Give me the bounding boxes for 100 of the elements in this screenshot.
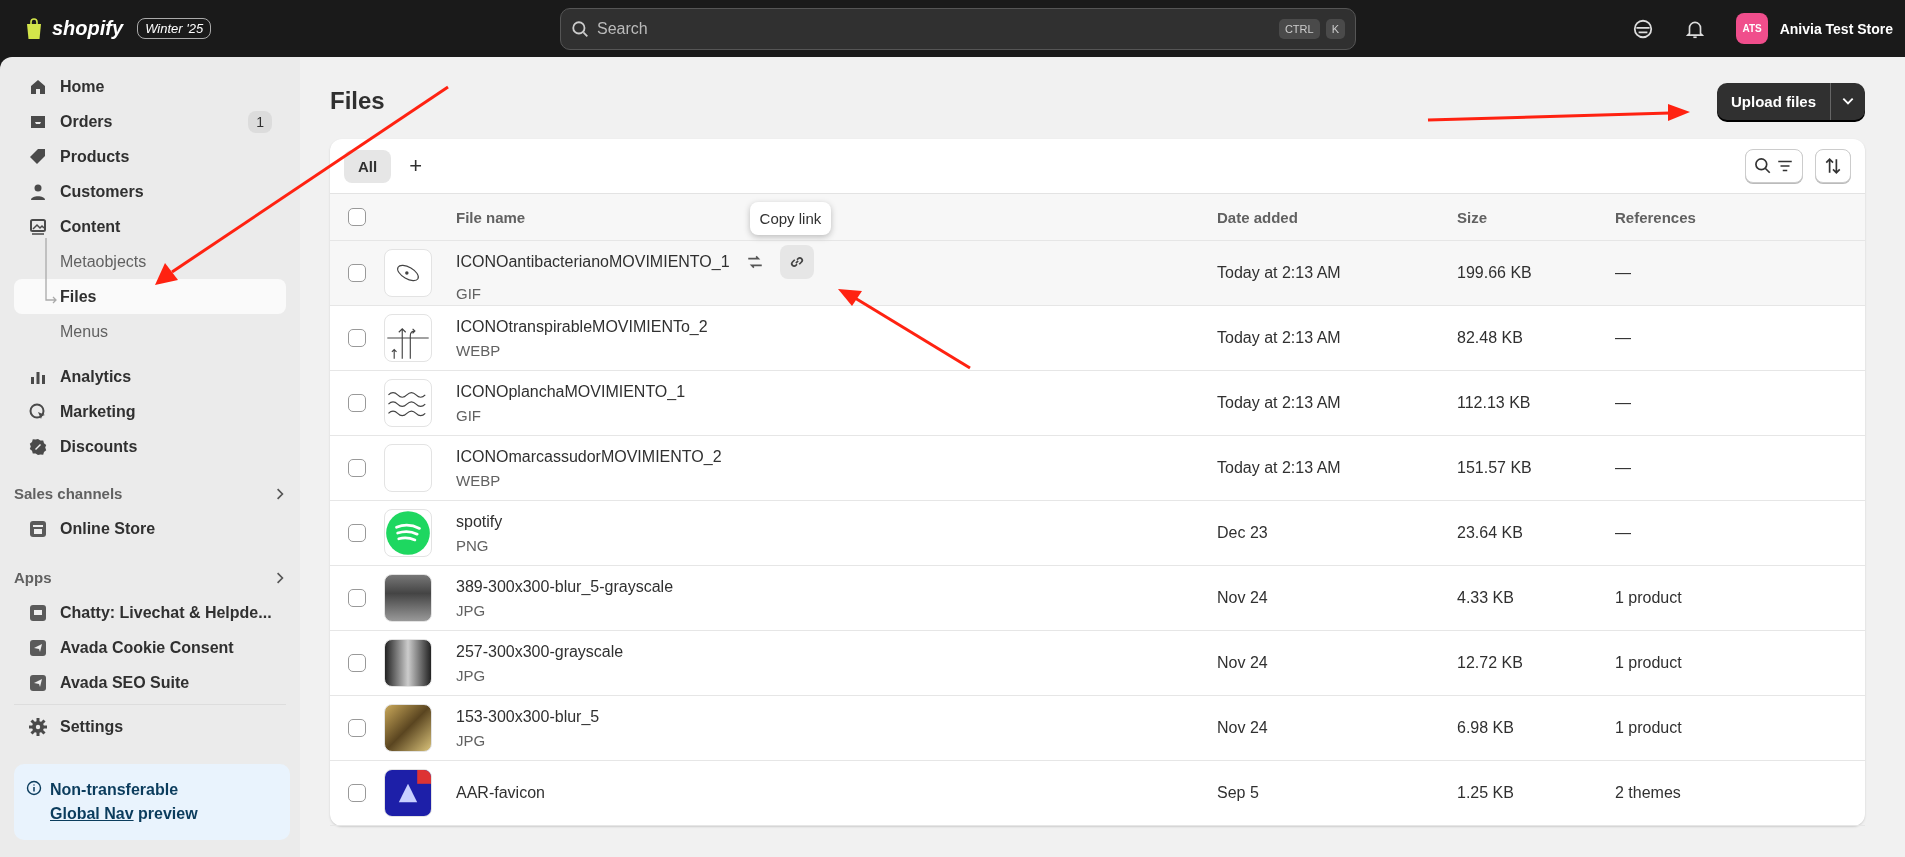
nav-item[interactable]: Avada Cookie Consent bbox=[14, 630, 286, 665]
file-name[interactable]: 257-300x300-grayscale bbox=[456, 642, 624, 661]
file-row[interactable]: AAR-favicon Sep 5 1.25 KB 2 themes bbox=[330, 761, 1865, 826]
photo-placeholder bbox=[384, 639, 432, 687]
shortcut-key: CTRL bbox=[1278, 18, 1320, 39]
row-checkbox[interactable] bbox=[348, 394, 366, 412]
file-size: 12.72 KB bbox=[1457, 654, 1523, 671]
date-added: Nov 24 bbox=[1217, 589, 1268, 606]
notice-text: preview bbox=[138, 805, 198, 822]
file-row[interactable]: ICONOtranspirableMOVIMIENTo_2 WEBP Today at 2:13 AM 82.48 KB — bbox=[330, 306, 1865, 371]
row-checkbox[interactable] bbox=[348, 589, 366, 607]
row-checkbox[interactable] bbox=[348, 654, 366, 672]
nav-item[interactable]: Marketing bbox=[14, 394, 286, 429]
info-icon bbox=[26, 780, 42, 796]
file-size: 23.64 KB bbox=[1457, 524, 1523, 541]
search-filter-button[interactable] bbox=[1745, 149, 1803, 183]
photo-placeholder bbox=[384, 704, 432, 752]
file-row[interactable]: ICONOplanchaMOVIMIENTO_1 GIF Today at 2:13 AM 112.13 KB — bbox=[330, 371, 1865, 436]
file-name[interactable]: ICONOplanchaMOVIMIENTO_1 bbox=[456, 382, 686, 401]
column-header[interactable]: References bbox=[1615, 208, 1696, 226]
arrows-thumbnail bbox=[384, 314, 432, 362]
file-row[interactable]: 257-300x300-grayscale JPG Nov 24 12.72 KB 1 product bbox=[330, 631, 1865, 696]
search-bar[interactable]: Search CTRL K bbox=[560, 7, 1356, 50]
tooltip: Copy link bbox=[749, 201, 832, 235]
logo-text[interactable]: shopify bbox=[52, 17, 124, 40]
column-header[interactable]: Date added bbox=[1217, 208, 1298, 226]
file-name[interactable]: 389-300x300-blur_5-grayscale bbox=[456, 577, 674, 596]
chevron-right-icon[interactable] bbox=[274, 487, 286, 500]
sort-button[interactable] bbox=[1815, 149, 1851, 183]
file-size: 199.66 KB bbox=[1457, 264, 1532, 281]
date-added: Today at 2:13 AM bbox=[1217, 394, 1341, 411]
file-name[interactable]: 153-300x300-blur_5 bbox=[456, 707, 600, 726]
file-row[interactable]: spotify PNG Dec 23 23.64 KB — bbox=[330, 501, 1865, 566]
file-row[interactable]: 153-300x300-blur_5 JPG Nov 24 6.98 KB 1 product bbox=[330, 696, 1865, 761]
select-all-checkbox[interactable] bbox=[348, 208, 366, 226]
search-icon bbox=[571, 19, 589, 38]
nav-item[interactable]: Chatty: Livechat & Helpde... bbox=[14, 595, 286, 630]
store-name[interactable]: Anivia Test Store bbox=[1779, 20, 1893, 37]
content-icon bbox=[28, 216, 48, 237]
file-row[interactable]: ICONOmarcassudorMOVIMIENTO_2 WEBP Today at 2:13 AM 151.57 KB — bbox=[330, 436, 1865, 501]
copy-link-button[interactable] bbox=[779, 244, 814, 279]
row-checkbox[interactable] bbox=[348, 264, 366, 282]
date-added: Nov 24 bbox=[1217, 654, 1268, 671]
global-nav-link[interactable]: Global Nav bbox=[50, 805, 134, 822]
filter-tab[interactable]: All bbox=[344, 149, 392, 183]
add-view-button[interactable]: + bbox=[401, 153, 431, 179]
nav-item[interactable]: Online Store bbox=[14, 511, 286, 546]
nav-item[interactable]: Products bbox=[14, 139, 286, 174]
row-checkbox[interactable] bbox=[348, 459, 366, 477]
nav-item[interactable]: Content bbox=[14, 209, 286, 244]
row-checkbox[interactable] bbox=[348, 524, 366, 542]
row-checkbox[interactable] bbox=[348, 329, 366, 347]
products-icon bbox=[28, 146, 48, 167]
file-type: JPG bbox=[456, 666, 486, 684]
references: 2 themes bbox=[1615, 784, 1681, 801]
file-name[interactable]: ICONOtranspirableMOVIMIENTo_2 bbox=[456, 317, 708, 336]
section-header[interactable]: Apps bbox=[14, 569, 52, 586]
chat-icon bbox=[28, 602, 48, 623]
file-size: 151.57 KB bbox=[1457, 459, 1532, 476]
nav-subitem[interactable]: Metaobjects bbox=[14, 244, 286, 279]
nav-item[interactable]: Settings bbox=[14, 709, 286, 744]
date-added: Nov 24 bbox=[1217, 719, 1268, 736]
references: — bbox=[1615, 264, 1631, 281]
row-checkbox[interactable] bbox=[348, 784, 366, 802]
search-field[interactable]: Search bbox=[595, 18, 1273, 39]
bacterium-thumbnail bbox=[384, 249, 432, 297]
store-icon[interactable] bbox=[1632, 17, 1655, 40]
page-title: Files bbox=[330, 87, 385, 115]
triangle-thumbnail bbox=[384, 769, 432, 817]
file-size: 6.98 KB bbox=[1457, 719, 1514, 736]
references: — bbox=[1615, 329, 1631, 346]
storefront-icon bbox=[28, 518, 48, 539]
column-header[interactable]: Size bbox=[1457, 208, 1487, 226]
date-added: Dec 23 bbox=[1217, 524, 1268, 541]
file-name[interactable]: spotify bbox=[456, 512, 503, 531]
file-type: GIF bbox=[456, 406, 481, 424]
row-checkbox[interactable] bbox=[348, 719, 366, 737]
chevron-right-icon[interactable] bbox=[274, 571, 286, 584]
nav-item[interactable]: Discounts bbox=[14, 429, 286, 464]
nav-item[interactable]: Home bbox=[14, 69, 286, 104]
discounts-icon bbox=[28, 436, 48, 457]
date-added: Sep 5 bbox=[1217, 784, 1259, 801]
shopping-bag-icon bbox=[24, 17, 44, 40]
file-name[interactable]: ICONOmarcassudorMOVIMIENTO_2 bbox=[456, 447, 722, 466]
date-added: Today at 2:13 AM bbox=[1217, 459, 1341, 476]
references: — bbox=[1615, 394, 1631, 411]
file-name[interactable]: AAR-favicon bbox=[456, 784, 545, 802]
nav-item[interactable]: Customers bbox=[14, 174, 286, 209]
sound-waves-thumbnail bbox=[384, 509, 432, 557]
nav-item[interactable]: Analytics bbox=[14, 359, 286, 394]
file-name[interactable]: ICONOantibacterianoMOVIMIENTO_1 bbox=[456, 252, 730, 271]
section-header[interactable]: Sales channels bbox=[14, 485, 123, 502]
nav-subitem[interactable]: Files bbox=[14, 279, 286, 314]
nav-item[interactable]: Avada SEO Suite bbox=[14, 665, 286, 700]
nav-item[interactable]: Orders 1 bbox=[14, 104, 286, 139]
nav-subitem[interactable]: Menus bbox=[14, 314, 286, 349]
file-size: 1.25 KB bbox=[1457, 784, 1514, 801]
column-header[interactable]: File name bbox=[456, 208, 526, 226]
file-row[interactable]: 389-300x300-blur_5-grayscale JPG Nov 24 4.33 KB 1 product bbox=[330, 566, 1865, 631]
references: 1 product bbox=[1615, 719, 1682, 736]
